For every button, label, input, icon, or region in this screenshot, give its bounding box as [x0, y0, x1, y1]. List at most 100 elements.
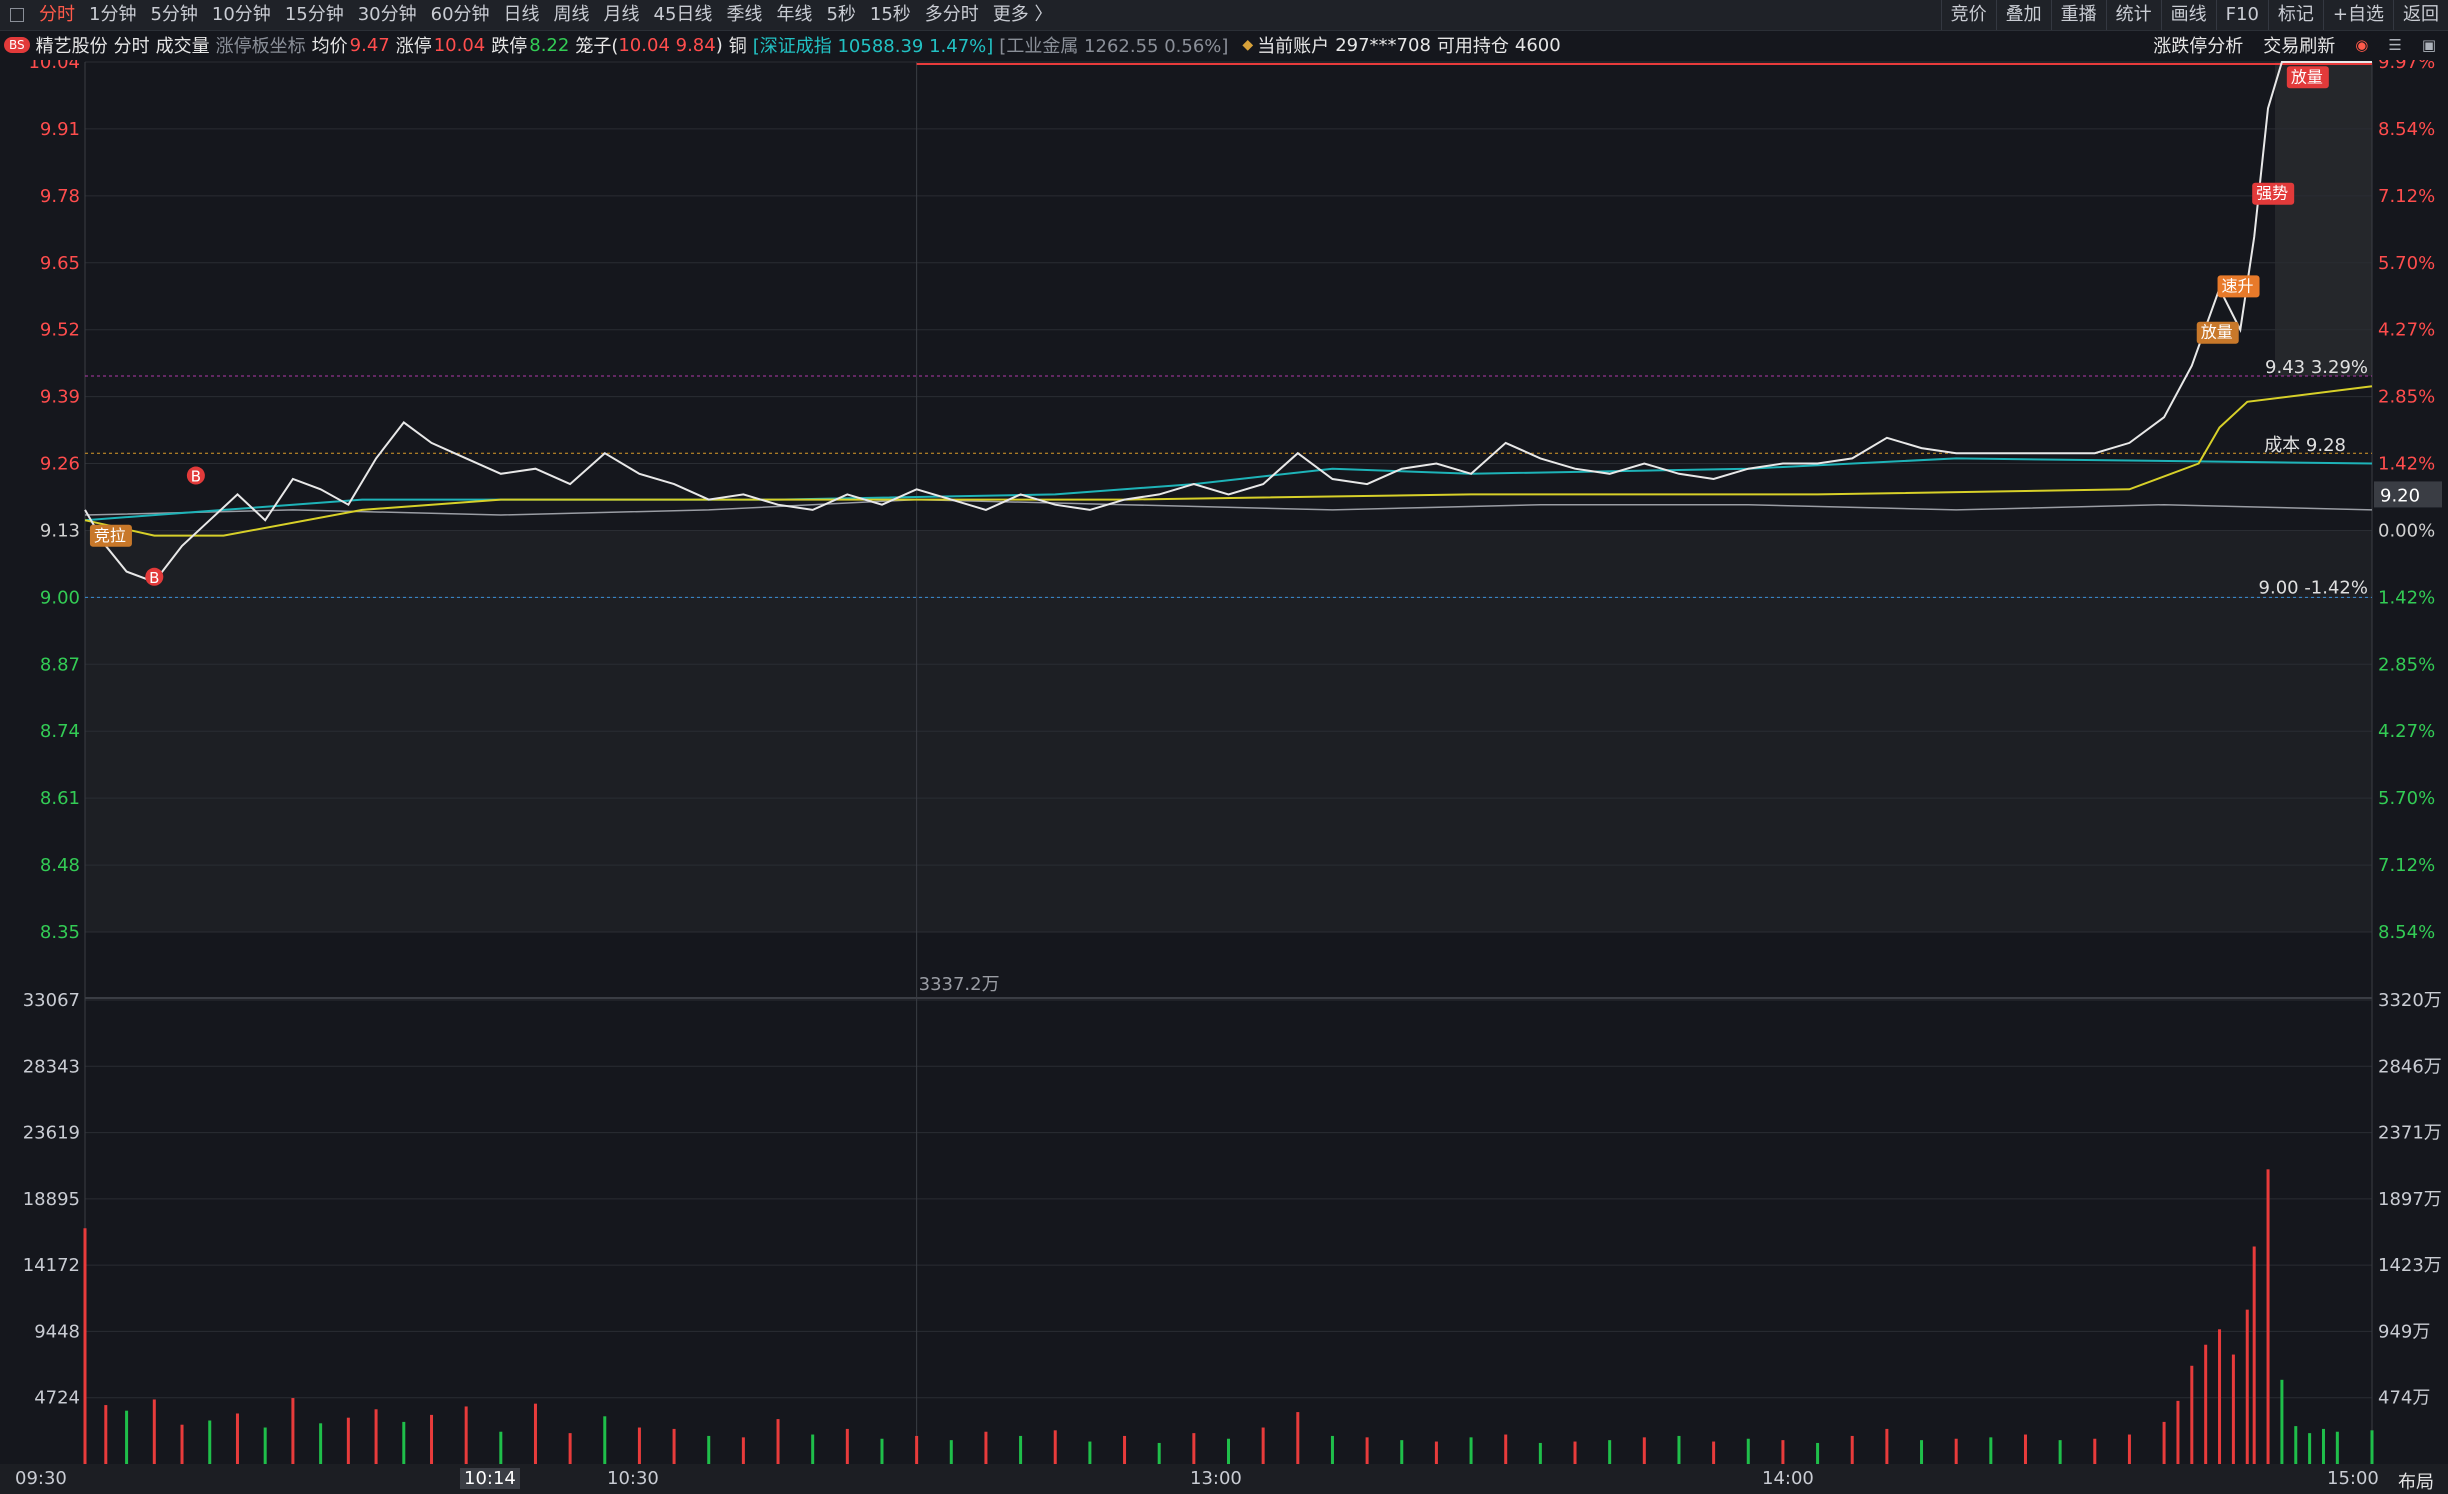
pct-tick-label: 2.85% [2378, 654, 2435, 675]
volume-bar [1469, 1437, 1473, 1464]
volume-unit-label: 1897万 [2378, 1189, 2442, 1210]
volume-bar [83, 1228, 87, 1464]
cage-label: 笼子( [575, 36, 619, 57]
volume-bar [2280, 1379, 2284, 1464]
tab-period-6[interactable]: 60分钟 [424, 0, 497, 30]
tab-period-3[interactable]: 10分钟 [205, 0, 278, 30]
pct-tick-label: 4.27% [2378, 320, 2435, 341]
tab-period-5[interactable]: 30分钟 [351, 0, 424, 30]
account-icon: ◆ [1242, 37, 1254, 53]
tab-period-2[interactable]: 5分钟 [143, 0, 204, 30]
layout-button[interactable]: 布局 [2398, 1468, 2434, 1494]
toolbar-right-actions: 竞价 叠加 重播 统计 画线 F10 标记 +自选 返回 [1940, 0, 2448, 30]
stock-name[interactable]: 精艺股份 [36, 32, 108, 58]
limit-up-value: 10.04 [433, 34, 486, 56]
intraday-chart[interactable]: 10.04 9.97% 9.91 8.54% 9.78 7.12% 9.65 5.70% 9.5… [0, 60, 2448, 1464]
price-tick-label: 8.35 [40, 922, 80, 943]
limit-analysis-link[interactable]: 涨跌停分析 [2153, 32, 2243, 58]
pct-tick-label: 8.54% [2378, 119, 2435, 140]
ref-900-label: 9.00 -1.42% [2259, 577, 2368, 598]
volume-bar [1677, 1435, 1681, 1464]
tab-period-8[interactable]: 周线 [547, 0, 597, 30]
volume-bar [1053, 1430, 1057, 1464]
account-id[interactable]: 297***708 [1335, 35, 1431, 56]
toolbar-action-2[interactable]: 重播 [2050, 0, 2106, 30]
series-cyan-line [84, 457, 2373, 522]
series-gray-line [84, 498, 2373, 516]
volume-bar [104, 1405, 108, 1464]
toolbar-action-1[interactable]: 叠加 [1995, 0, 2051, 30]
bs-badge[interactable]: BS [4, 37, 30, 53]
price-tick-label: 9.00 [40, 587, 80, 608]
volume-bar [319, 1423, 323, 1464]
toolbar-action-5[interactable]: F10 [2215, 0, 2268, 30]
volume-bar [1365, 1437, 1369, 1464]
volume-unit-label: 2846万 [2378, 1056, 2442, 1077]
current-price-label: 9.20 [2380, 485, 2420, 506]
account-label: 当前账户 [1257, 36, 1330, 57]
toolbar-action-3[interactable]: 统计 [2105, 0, 2161, 30]
toolbar-action-4[interactable]: 画线 [2160, 0, 2216, 30]
price-tick-label: 8.87 [40, 654, 80, 675]
sector-quote[interactable]: [工业金属 1262.55 0.56%] [999, 32, 1228, 58]
tab-period-7[interactable]: 日线 [497, 0, 547, 30]
pct-tick-label: 1.42% [2378, 454, 2435, 475]
tab-period-13[interactable]: 5秒 [819, 0, 862, 30]
tab-period-11[interactable]: 季线 [719, 0, 769, 30]
volume-bar [2093, 1438, 2097, 1464]
volume-bar [2335, 1431, 2339, 1464]
pct-tick-label: 1.42% [2378, 587, 2435, 608]
tab-period-9[interactable]: 月线 [597, 0, 647, 30]
tab-period-16[interactable]: 更多 〉 [986, 0, 1060, 30]
tab-period-15[interactable]: 多分时 [918, 0, 986, 30]
volume-tick-label: 28343 [23, 1056, 80, 1077]
cage-values: 10.04 9.84 [618, 34, 716, 56]
cage-close: ) [715, 34, 723, 56]
pct-tick-label: 0.00% [2378, 520, 2435, 541]
tab-period-1[interactable]: 1分钟 [82, 0, 143, 30]
volume-tick-label: 33067 [23, 990, 80, 1011]
volume-bar [2308, 1433, 2312, 1464]
volume-unit-label: 474万 [2378, 1388, 2430, 1409]
volume-bar [2370, 1430, 2374, 1464]
volume-bar [125, 1410, 129, 1464]
window-icon[interactable]: ▣ [2422, 36, 2436, 54]
volume-bar [1261, 1427, 1265, 1464]
index-quote[interactable]: [深证成指 10588.39 1.47%] [753, 32, 994, 58]
price-tick-label: 8.74 [40, 721, 80, 742]
avg-price-label: 均价 [311, 36, 348, 57]
trade-refresh-link[interactable]: 交易刷新 [2263, 32, 2335, 58]
price-tick-label: 8.61 [40, 788, 80, 809]
volume-bar [1712, 1441, 1716, 1464]
window-toggle-icon[interactable] [10, 8, 24, 22]
volume-bar [2190, 1365, 2194, 1464]
tab-period-0[interactable]: 分时 [32, 0, 82, 30]
tab-period-12[interactable]: 年线 [769, 0, 819, 30]
volume-bar [2245, 1309, 2249, 1464]
volume-bar [208, 1420, 212, 1464]
toolbar-action-8[interactable]: 返回 [2393, 0, 2448, 30]
volume-bar [499, 1431, 503, 1464]
time-label-1: 10:14 [460, 1468, 520, 1489]
period-toolbar: 分时 1分钟 5分钟 10分钟 15分钟 30分钟 60分钟 日线 周线 月线 45日线 季线 年线 5秒… [0, 0, 2448, 31]
buy-marker-label: B [149, 569, 159, 587]
toolbar-action-0[interactable]: 竞价 [1940, 0, 1996, 30]
tab-period-4[interactable]: 15分钟 [278, 0, 351, 30]
volume-bar [1781, 1440, 1785, 1464]
tab-period-14[interactable]: 15秒 [863, 0, 918, 30]
volume-bar [1296, 1412, 1300, 1464]
toolbar-action-6[interactable]: 标记 [2267, 0, 2323, 30]
pct-tick-label: 8.54% [2378, 922, 2435, 943]
tab-period-10[interactable]: 45日线 [647, 0, 720, 30]
menu-icon[interactable]: ☰ [2388, 36, 2401, 54]
volume-bar [235, 1413, 239, 1464]
pct-tick-label: 5.70% [2378, 253, 2435, 274]
record-icon[interactable]: ◉ [2355, 36, 2368, 54]
volume-bar [1608, 1440, 1612, 1464]
time-label-0: 09:30 [15, 1468, 67, 1489]
limit-coordinate-toggle[interactable]: 涨停板坐标 [216, 32, 306, 58]
sector-copper[interactable]: 铜 [729, 32, 747, 58]
toolbar-action-7[interactable]: +自选 [2322, 0, 2393, 30]
buy-marker-label: B [191, 468, 201, 486]
time-label-3: 13:00 [1190, 1468, 1242, 1489]
